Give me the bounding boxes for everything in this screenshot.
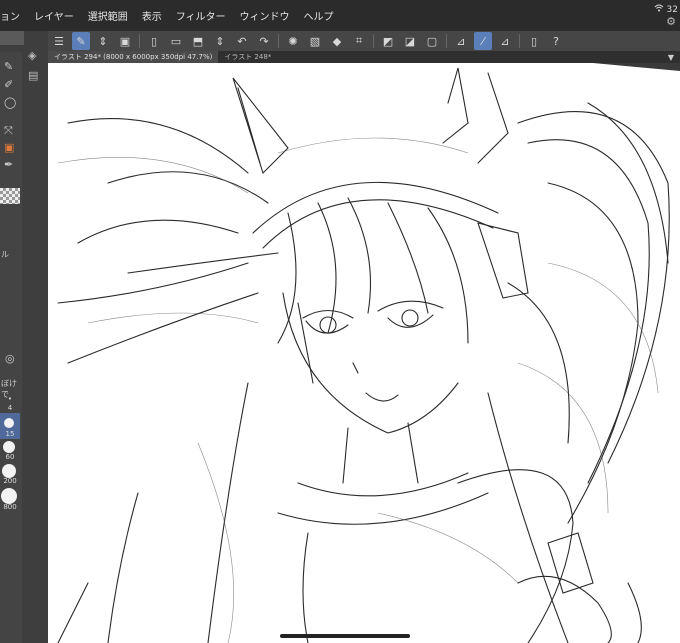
undo-icon[interactable]: ↶	[233, 32, 251, 50]
divider	[139, 34, 140, 48]
help-icon[interactable]: ?	[547, 32, 565, 50]
divider	[446, 34, 447, 48]
divider	[373, 34, 374, 48]
panel-header-strip	[0, 31, 24, 45]
tool-column: ✎ ✐ ◯ ⤧ ▣ ✒ ル ◎ ぼけで • 4 15 60 200 800	[0, 52, 22, 643]
selection-frame-icon[interactable]: ▢	[423, 32, 441, 50]
menu-bar: ョン レイヤー 選択範囲 表示 フィルター ウィンドウ ヘルプ	[0, 0, 680, 31]
divider	[519, 34, 520, 48]
redo-icon[interactable]: ↷	[255, 32, 273, 50]
panel-label-1: ル	[1, 250, 9, 259]
clear-icon[interactable]: ▧	[306, 32, 324, 50]
deselect-icon[interactable]: ◩	[379, 32, 397, 50]
brush-size-800[interactable]: 800	[0, 503, 20, 511]
chevron-updown-2-icon[interactable]: ⇕	[211, 32, 229, 50]
menu-view[interactable]: 表示	[135, 8, 169, 23]
gear-icon[interactable]: ⚙	[666, 15, 676, 28]
brush-dot-tiny[interactable]: •	[0, 395, 20, 403]
pen-icon[interactable]: ✎	[4, 60, 13, 73]
open-folder-icon[interactable]: ▭	[167, 32, 185, 50]
brush-size-60[interactable]: 60	[0, 453, 20, 461]
chevron-updown-icon[interactable]: ⇕	[94, 32, 112, 50]
brush-dot-800[interactable]	[1, 488, 17, 504]
transparent-color-swatch[interactable]	[0, 188, 20, 204]
menu-layer[interactable]: レイヤー	[27, 8, 81, 23]
transform-icon[interactable]: ⤧	[4, 124, 13, 138]
brush-size-15[interactable]: 15	[0, 430, 20, 438]
device-icon[interactable]: ▯	[525, 32, 543, 50]
brush-dot-200[interactable]	[2, 464, 16, 478]
save-icon[interactable]: ⬒	[189, 32, 207, 50]
fill-bucket-icon[interactable]: ◆	[328, 32, 346, 50]
camera-icon[interactable]: ▣	[116, 32, 134, 50]
fill-icon[interactable]: ▣	[4, 141, 14, 154]
menu-window[interactable]: ウィンドウ	[233, 8, 297, 23]
layers-icon[interactable]: ◈	[28, 49, 36, 62]
home-indicator[interactable]	[280, 634, 410, 638]
menu-app[interactable]: ョン	[0, 8, 27, 23]
wifi-icon	[654, 4, 664, 15]
tab-illust-248[interactable]: イラスト 248*	[218, 51, 277, 63]
command-bar: ☰ ✎ ⇕ ▣ ▯ ▭ ⬒ ⇕ ↶ ↷ ✺ ▧ ◆ ⌗ ◩ ◪ ▢ ⊿ ⁄ ⊿ …	[48, 31, 680, 51]
battery-level: 32	[666, 4, 678, 15]
stabilizer-pen-icon[interactable]: ⁄	[474, 32, 492, 50]
status-area: 32	[654, 4, 678, 15]
eyedropper-icon[interactable]: ✒	[4, 158, 13, 171]
document-tab-bar: イラスト 294* (8000 x 6000px 350dpi 47.7%) イ…	[48, 51, 680, 63]
pen-line-icon[interactable]: ⊿	[496, 32, 514, 50]
menu-icon[interactable]: ☰	[50, 32, 68, 50]
brush-size-4[interactable]: 4	[0, 404, 20, 412]
divider	[278, 34, 279, 48]
color-circle-icon[interactable]: ◎	[5, 352, 15, 365]
sketch-artwork	[48, 63, 680, 643]
edit-icon[interactable]: ✎	[72, 32, 90, 50]
loading-icon[interactable]: ✺	[284, 32, 302, 50]
side-icon-column: ◈ ▤	[24, 45, 48, 85]
brush-size-200[interactable]: 200	[0, 477, 20, 485]
invert-selection-icon[interactable]: ◪	[401, 32, 419, 50]
brush-dot-15[interactable]	[4, 418, 14, 428]
layer-stack-icon[interactable]: ▤	[28, 69, 38, 82]
brush-icon[interactable]: ✐	[4, 78, 13, 91]
lasso-icon[interactable]: ◯	[4, 96, 16, 109]
ruler-icon[interactable]: ⊿	[452, 32, 470, 50]
tab-illust-294[interactable]: イラスト 294* (8000 x 6000px 350dpi 47.7%)	[48, 51, 219, 63]
menu-selection[interactable]: 選択範囲	[81, 8, 135, 23]
menu-filter[interactable]: フィルター	[169, 8, 233, 23]
new-file-icon[interactable]: ▯	[145, 32, 163, 50]
menu-help[interactable]: ヘルプ	[297, 8, 341, 23]
brush-dot-60[interactable]	[3, 441, 15, 453]
crop-icon[interactable]: ⌗	[350, 32, 368, 50]
tab-menu-chevron-icon[interactable]: ▼	[668, 53, 674, 62]
drawing-canvas[interactable]	[48, 63, 680, 643]
